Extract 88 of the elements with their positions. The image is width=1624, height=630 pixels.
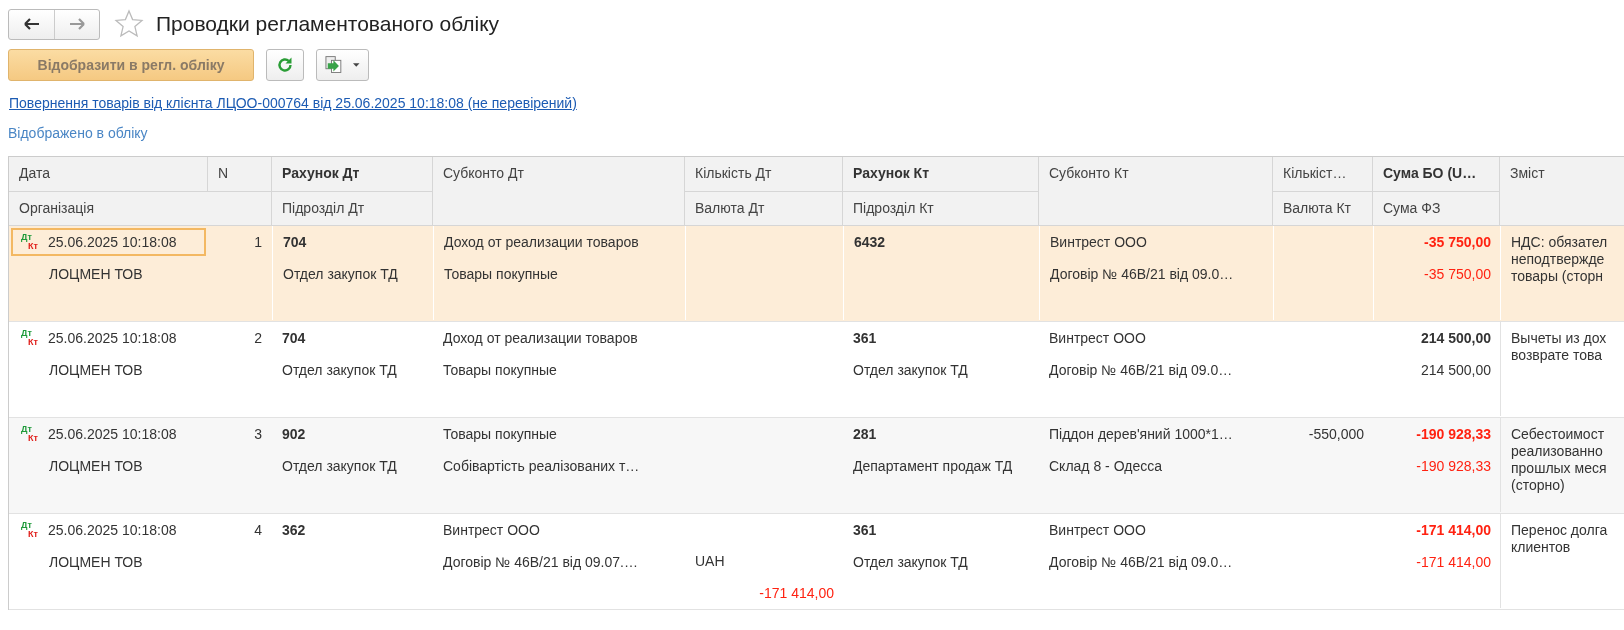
table-cell: 25.06.2025 10:18:08 — [48, 522, 177, 538]
column-header[interactable]: Дата — [9, 157, 208, 192]
table-cell: -35 750,00 — [1424, 266, 1491, 282]
refresh-icon — [276, 56, 294, 74]
table-cell: Собівартість реалізованих т… — [443, 458, 640, 474]
back-arrow-icon — [23, 18, 40, 30]
table-cell: 362 — [282, 522, 306, 538]
posting-icon: Дт Кт — [21, 232, 41, 252]
table-cell: ЛОЦМЕН ТОВ — [49, 362, 143, 378]
table-cell: -171 414,00 — [1416, 522, 1491, 538]
table-cell: Доход от реализации товаров — [443, 330, 638, 346]
table-cell-text: Вычеты из дох — [1511, 330, 1608, 347]
table-cell-text: (сторно) — [1511, 477, 1566, 494]
column-header[interactable]: Рахунок Кт — [843, 157, 1039, 192]
table-row[interactable] — [9, 418, 1624, 514]
column-header[interactable]: Рахунок Дт — [272, 157, 433, 192]
table-cell-text: Перенос долга — [1511, 522, 1609, 539]
table-cell: -190 928,33 — [1416, 458, 1491, 474]
window-title: Проводки регламентованого обліку — [156, 12, 500, 36]
table-cell-text: возврате това — [1511, 347, 1604, 364]
table-cell: ЛОЦМЕН ТОВ — [49, 458, 143, 474]
document-link[interactable]: Повернення товарів від клієнта ЛЦОО-000764 від 25.06.2025 10:18:08 (не перевірений) — [9, 95, 577, 111]
table-cell-text: неподтвержде — [1511, 251, 1606, 268]
table-cell-text: товары (сторн — [1511, 268, 1605, 285]
table-cell: Винтрест ООО — [1049, 330, 1146, 346]
table-cell: Винтрест ООО — [1049, 522, 1146, 538]
table-row[interactable] — [9, 226, 1624, 322]
table-cell: 25.06.2025 10:18:08 — [48, 330, 177, 346]
table-cell: 704 — [283, 234, 307, 250]
table-cell: 902 — [282, 426, 306, 442]
table-cell: Договір № 46В/21 від 09.0… — [1049, 362, 1233, 378]
table-cell: Товары покупные — [443, 426, 557, 442]
column-header[interactable]: Сума БО (U… — [1373, 157, 1500, 192]
table-cell: Винтрест ООО — [443, 522, 540, 538]
table-cell-text: Себестоимост — [1511, 426, 1606, 443]
posting-icon: Дт Кт — [21, 328, 41, 348]
table-cell: -171 414,00 — [1416, 554, 1491, 570]
table-cell: Отдел закупок ТД — [283, 266, 398, 282]
column-header[interactable]: Кількіст… — [1273, 157, 1373, 192]
table-cell-text: прошлых меся — [1511, 460, 1608, 477]
table-cell: Договір № 46В/21 від 09.0… — [1049, 554, 1233, 570]
posting-status: Відображено в обліку — [7, 124, 149, 141]
table-cell: Отдел закупок ТД — [853, 362, 968, 378]
table-cell: -35 750,00 — [1424, 234, 1491, 250]
table-cell: Отдел закупок ТД — [282, 458, 397, 474]
table-cell: 214 500,00 — [1420, 362, 1491, 378]
table-cell: 25.06.2025 10:18:08 — [48, 234, 177, 250]
table-cell: Отдел закупок ТД — [853, 554, 968, 570]
table-cell: 25.06.2025 10:18:08 — [48, 426, 177, 442]
column-header[interactable]: N — [208, 157, 272, 192]
forward-arrow-icon — [69, 18, 85, 30]
table-cell: UAH — [695, 553, 725, 570]
table-cell: Доход от реализации товаров — [444, 234, 639, 250]
table-cell: 214 500,00 — [1420, 330, 1491, 346]
export-menu-button[interactable] — [316, 49, 369, 81]
star-icon[interactable] — [114, 9, 144, 39]
table-cell: Договір № 46В/21 від 09.0… — [1050, 266, 1234, 282]
table-cell: Договір № 46В/21 від 09.07.… — [443, 554, 638, 570]
table-cell: 6432 — [854, 234, 886, 250]
table-cell: Товары покупные — [443, 362, 557, 378]
table-cell: 3 — [254, 426, 262, 442]
table-cell: 361 — [853, 522, 877, 538]
table-cell: 4 — [254, 522, 262, 538]
table-cell: -550,000 — [1308, 426, 1364, 442]
table-cell: 361 — [853, 330, 877, 346]
table-cell: Отдел закупок ТД — [282, 362, 397, 378]
posting-icon: Дт Кт — [21, 520, 41, 540]
table-cell: Піддон дерев'яний 1000*1… — [1049, 426, 1233, 442]
table-cell-text: клиентов — [1511, 539, 1572, 556]
table-cell: 704 — [282, 330, 306, 346]
table-cell: ЛОЦМЕН ТОВ — [49, 554, 143, 570]
table-cell: Склад 8 - Одесса — [1049, 458, 1162, 474]
table-cell-text: реализованно — [1511, 443, 1604, 460]
table-cell: ЛОЦМЕН ТОВ — [49, 266, 143, 282]
posting-icon: Дт Кт — [21, 424, 41, 444]
table-cell: -171 414,00 — [759, 584, 834, 601]
caret-icon — [353, 63, 360, 67]
table-cell: 1 — [254, 234, 262, 250]
table-cell: 2 — [254, 330, 262, 346]
column-header[interactable]: Кількість Дт — [685, 157, 843, 192]
table-cell: Департамент продаж ТД — [853, 458, 1013, 474]
table-cell: 281 — [853, 426, 877, 442]
table-row[interactable] — [9, 514, 1624, 610]
table-cell: Товары покупные — [444, 266, 558, 282]
table-cell-text: НДС: обязател — [1511, 234, 1609, 251]
table-cell: Винтрест ООО — [1050, 234, 1147, 250]
refresh-button[interactable] — [266, 49, 304, 81]
table-cell: -190 928,33 — [1416, 426, 1491, 442]
